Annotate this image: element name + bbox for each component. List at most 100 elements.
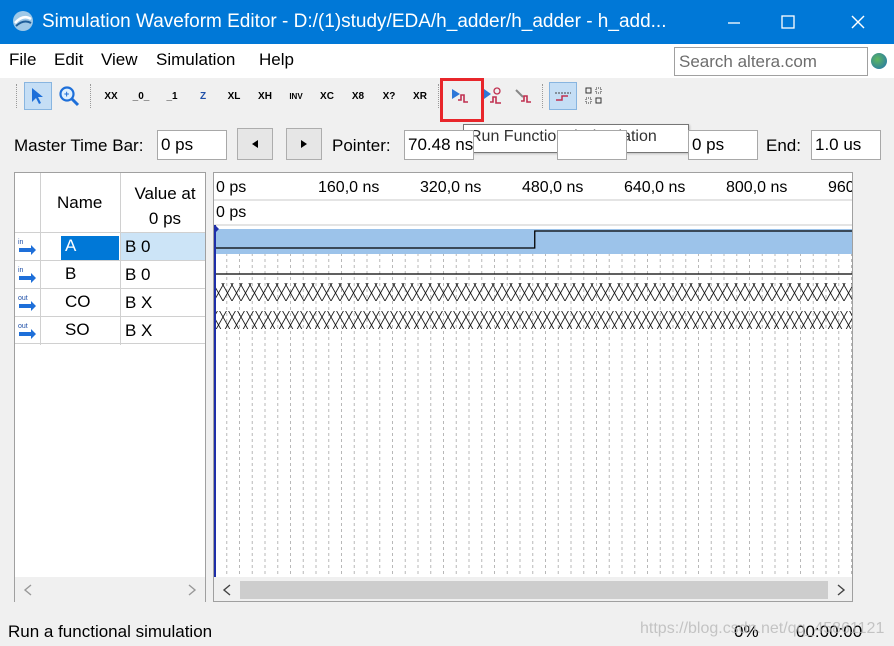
weak-low-icon: XL bbox=[227, 90, 241, 102]
arbitrary-value-button[interactable]: XR bbox=[406, 82, 434, 110]
toolbar-separator bbox=[542, 84, 543, 108]
maximize-icon bbox=[781, 15, 795, 29]
input-pin-icon: in bbox=[18, 267, 36, 283]
scroll-left-icon[interactable] bbox=[23, 584, 33, 596]
signal-row[interactable]: out SO B X bbox=[15, 316, 205, 345]
cursor-time-label: 0 ps bbox=[216, 204, 246, 221]
selection-tool-button[interactable] bbox=[24, 82, 52, 110]
arbitrary-value-icon: XR bbox=[413, 90, 427, 102]
time-tick-label: 160,0 ns bbox=[318, 179, 379, 196]
start-field[interactable]: 0 ps bbox=[688, 130, 758, 160]
force-unknown-icon: XX bbox=[104, 90, 118, 102]
search-input[interactable]: Search altera.com bbox=[674, 47, 868, 76]
force-high-impedance-button[interactable]: Z bbox=[189, 82, 217, 110]
pointer-label: Pointer: bbox=[332, 136, 391, 155]
signal-name[interactable]: CO bbox=[61, 292, 119, 317]
end-field[interactable]: 1.0 us bbox=[811, 130, 881, 160]
close-icon bbox=[851, 15, 865, 29]
menu-file[interactable]: File bbox=[9, 50, 36, 70]
triangle-right-icon bbox=[301, 140, 307, 148]
previous-transition-button[interactable] bbox=[237, 128, 273, 160]
signal-row[interactable]: out CO B X bbox=[15, 288, 205, 317]
value-header-line1: Value at bbox=[134, 184, 196, 203]
random-icon: X? bbox=[382, 90, 396, 102]
next-transition-button[interactable] bbox=[286, 128, 322, 160]
force-low-icon: _0_ bbox=[132, 90, 150, 102]
signal-value: B 0 bbox=[120, 233, 205, 261]
interval-field[interactable] bbox=[557, 130, 627, 160]
count-value-button[interactable]: XC bbox=[313, 82, 341, 110]
master-time-bar-label: Master Time Bar: bbox=[14, 136, 144, 155]
generate-netlist-button[interactable] bbox=[510, 82, 538, 110]
toolbar-separator bbox=[90, 84, 91, 108]
end-label: End: bbox=[766, 136, 801, 155]
signal-row[interactable]: in B B 0 bbox=[15, 260, 205, 289]
sort-icon bbox=[585, 87, 602, 104]
menu-edit[interactable]: Edit bbox=[54, 50, 83, 70]
window-title: Simulation Waveform Editor - D:/(1)study… bbox=[42, 11, 667, 32]
force-weak-low-button[interactable]: XL bbox=[220, 82, 248, 110]
status-message: Run a functional simulation bbox=[8, 622, 213, 641]
waveform-scrollbar[interactable] bbox=[214, 577, 852, 601]
watermark: https://blog.csdn.net/qq_45861121 bbox=[640, 620, 885, 637]
time-axis: 0 ps 160,0 ns 320,0 ns 480,0 ns 640,0 ns 800,… bbox=[216, 179, 853, 196]
signal-list-panel: Name Value at 0 ps in A B 0 in B B 0 out… bbox=[14, 172, 207, 603]
master-time-bar-field[interactable]: 0 ps bbox=[157, 130, 227, 160]
force-weak-high-button[interactable]: XH bbox=[251, 82, 279, 110]
menu-help[interactable]: Help bbox=[259, 50, 294, 70]
waveform-panel[interactable]: 0 ps 160,0 ns 320,0 ns 480,0 ns 640,0 ns 800,… bbox=[213, 172, 853, 602]
scroll-left-icon[interactable] bbox=[222, 584, 232, 596]
svg-text:out: out bbox=[18, 323, 28, 330]
signal-name[interactable]: A bbox=[61, 236, 119, 261]
waveform-canvas[interactable]: 0 ps 160,0 ns 320,0 ns 480,0 ns 640,0 ns 800,… bbox=[214, 173, 853, 577]
high-impedance-icon: Z bbox=[199, 90, 207, 102]
menu-simulation[interactable]: Simulation bbox=[156, 50, 235, 70]
svg-text:out: out bbox=[18, 295, 28, 302]
output-pin-icon: out bbox=[18, 323, 36, 339]
time-tick-label: 800,0 ns bbox=[726, 179, 787, 196]
invert-button[interactable]: INV bbox=[282, 82, 310, 110]
signal-name[interactable]: SO bbox=[61, 320, 119, 345]
scrollbar-thumb[interactable] bbox=[240, 581, 828, 599]
zoom-icon: + bbox=[59, 86, 80, 107]
signal-so-waveform[interactable] bbox=[214, 311, 853, 329]
globe-icon[interactable] bbox=[871, 53, 887, 69]
time-tick-label: 480,0 ns bbox=[522, 179, 583, 196]
force-high-button[interactable]: _1 bbox=[158, 82, 186, 110]
title-bar: Simulation Waveform Editor - D:/(1)study… bbox=[0, 0, 894, 44]
sort-signals-button[interactable] bbox=[580, 82, 608, 110]
force-unknown-button[interactable]: XX bbox=[97, 82, 125, 110]
netlist-icon bbox=[515, 89, 531, 103]
output-pin-icon: out bbox=[18, 295, 36, 311]
time-tick-label: 640,0 ns bbox=[624, 179, 685, 196]
menu-view[interactable]: View bbox=[101, 50, 138, 70]
invert-icon: INV bbox=[289, 91, 303, 101]
forcing-clock-button[interactable]: X8 bbox=[344, 82, 372, 110]
time-tick-label: 320,0 ns bbox=[420, 179, 481, 196]
count-value-icon: XC bbox=[320, 90, 334, 102]
scroll-right-icon[interactable] bbox=[836, 584, 846, 596]
close-button[interactable] bbox=[826, 0, 890, 44]
random-values-button[interactable]: X? bbox=[375, 82, 403, 110]
name-column-header[interactable]: Name bbox=[57, 193, 102, 213]
value-header-line2: 0 ps bbox=[148, 209, 182, 228]
maximize-button[interactable] bbox=[756, 0, 820, 44]
zoom-tool-button[interactable]: + bbox=[55, 82, 83, 110]
signal-name[interactable]: B bbox=[61, 264, 119, 289]
signal-value: B 0 bbox=[120, 261, 205, 289]
value-column-header[interactable]: Value at 0 ps bbox=[123, 181, 207, 231]
time-tick-label: 960.0 ns bbox=[828, 179, 853, 196]
signal-list-scrollbar[interactable] bbox=[15, 577, 205, 603]
force-low-button[interactable]: _0_ bbox=[127, 82, 155, 110]
snap-to-grid-button[interactable] bbox=[549, 82, 577, 110]
scroll-right-icon[interactable] bbox=[187, 584, 197, 596]
signal-a-selection bbox=[214, 229, 852, 254]
pointer-field[interactable]: 70.48 ns bbox=[404, 130, 474, 160]
weak-high-icon: XH bbox=[258, 90, 272, 102]
time-grid bbox=[226, 229, 852, 577]
signal-row[interactable]: in A B 0 bbox=[15, 232, 205, 261]
signal-co-waveform[interactable] bbox=[214, 283, 853, 301]
svg-text:in: in bbox=[18, 239, 24, 246]
minimize-icon bbox=[728, 22, 740, 24]
signal-value: B X bbox=[120, 317, 205, 345]
